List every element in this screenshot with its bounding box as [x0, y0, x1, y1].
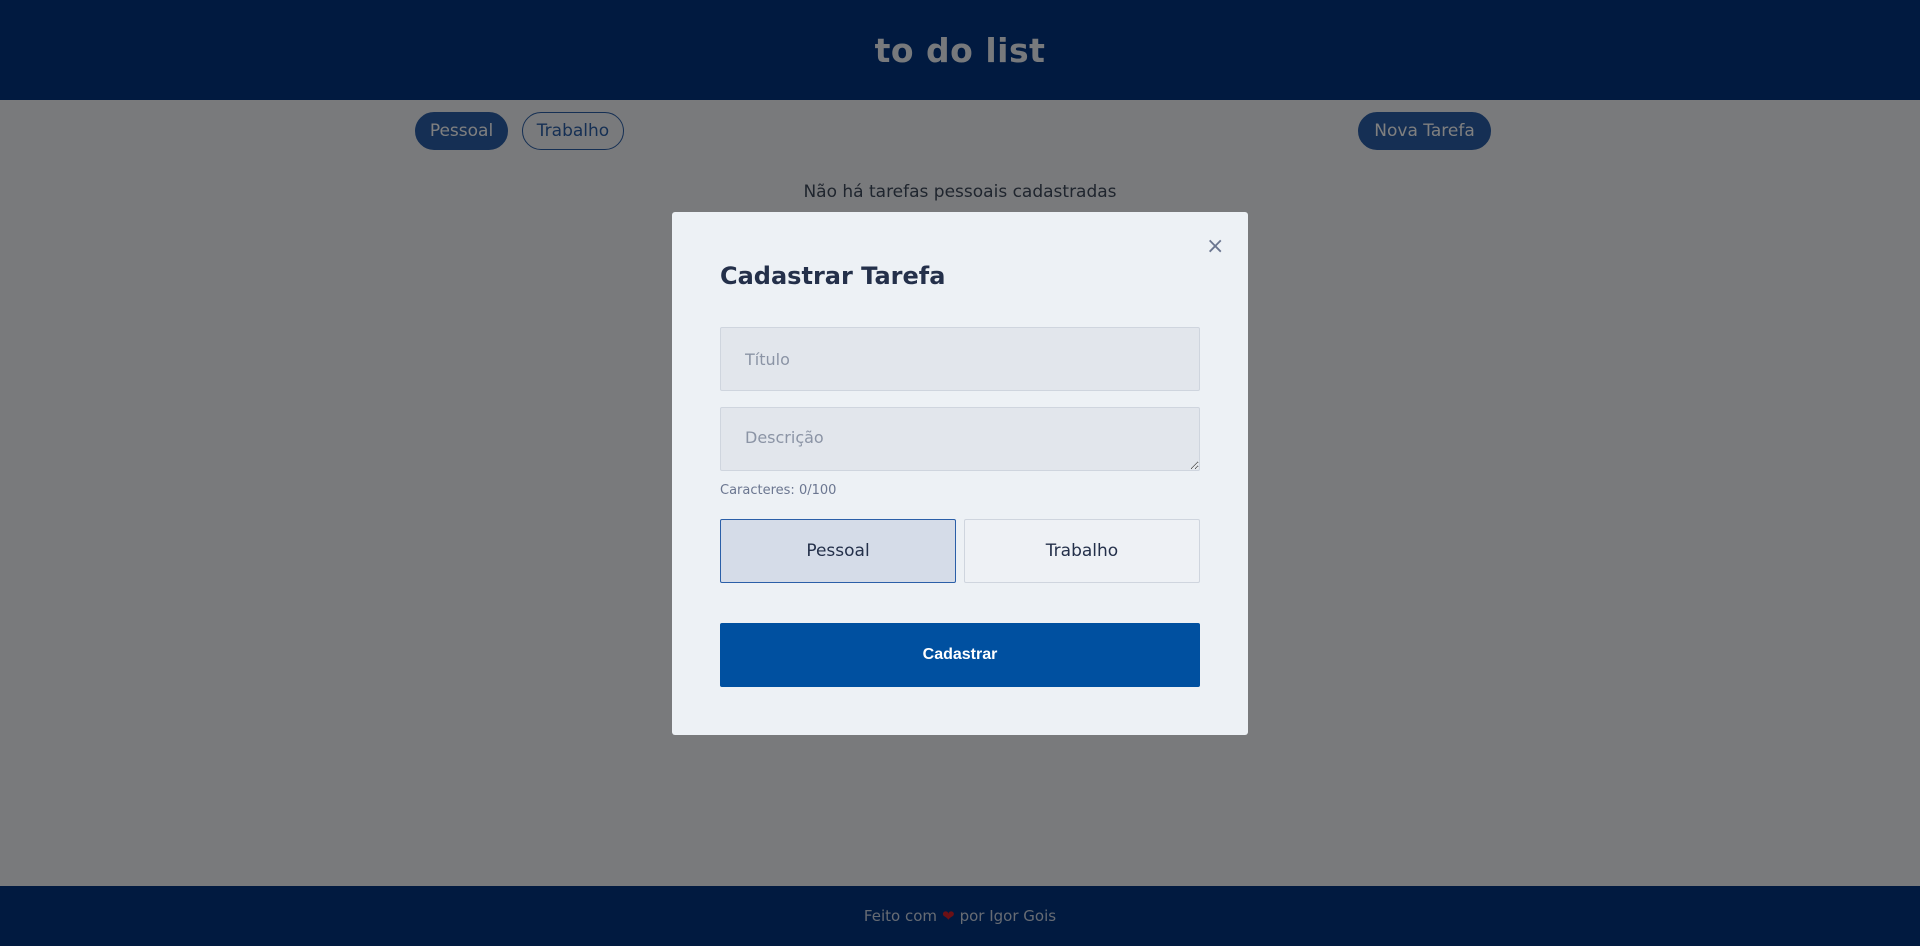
modal-title: Cadastrar Tarefa [720, 262, 946, 290]
app-root: to do list Pessoal Trabalho Nova Tarefa … [0, 0, 1920, 946]
task-description-input[interactable] [720, 407, 1200, 471]
task-title-input[interactable] [720, 327, 1200, 391]
character-counter: Caracteres: 0/100 [720, 483, 837, 498]
type-pessoal-option[interactable]: Pessoal [720, 519, 956, 583]
create-task-modal: × Cadastrar Tarefa Caracteres: 0/100 Pes… [672, 212, 1248, 735]
close-icon[interactable]: × [1206, 236, 1224, 258]
type-trabalho-option[interactable]: Trabalho [964, 519, 1200, 583]
submit-button[interactable]: Cadastrar [720, 623, 1200, 687]
